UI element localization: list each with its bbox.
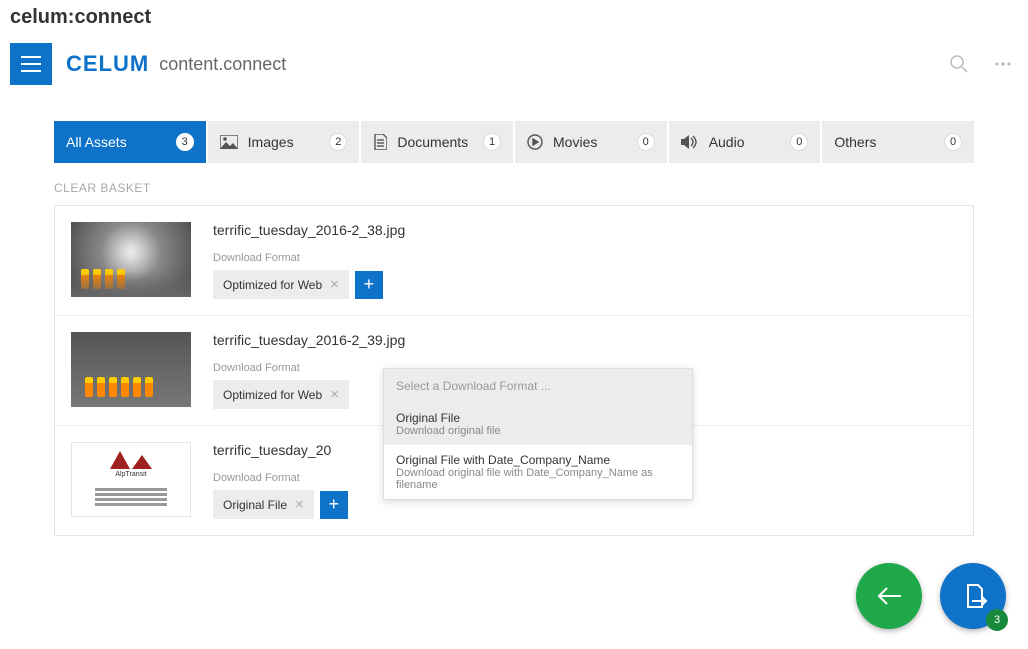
chip-label: Optimized for Web — [223, 388, 322, 402]
format-chip[interactable]: Original File × — [213, 490, 314, 519]
image-icon — [220, 135, 238, 149]
tab-images[interactable]: Images 2 — [208, 121, 360, 163]
tab-movies[interactable]: Movies 0 — [515, 121, 667, 163]
more-button[interactable] — [988, 49, 1018, 79]
add-format-button[interactable]: + — [355, 271, 383, 299]
search-button[interactable] — [944, 49, 974, 79]
dropdown-search-input[interactable]: Select a Download Format ... — [384, 369, 692, 403]
tab-audio[interactable]: Audio 0 — [669, 121, 821, 163]
option-title: Original File with Date_Company_Name — [396, 453, 680, 467]
audio-icon — [681, 135, 699, 149]
asset-title: terrific_tuesday_2016-2_38.jpg — [213, 222, 957, 238]
format-chip[interactable]: Optimized for Web × — [213, 270, 349, 299]
tab-count-badge: 2 — [329, 133, 347, 151]
dropdown-option[interactable]: Original File Download original file — [384, 403, 692, 445]
export-fab[interactable]: 3 — [940, 563, 1006, 629]
option-subtitle: Download original file — [396, 425, 680, 437]
export-icon — [958, 581, 988, 611]
option-title: Original File — [396, 411, 680, 425]
tab-label: Movies — [553, 134, 627, 150]
more-icon — [993, 54, 1013, 74]
asset-thumbnail[interactable] — [71, 222, 191, 297]
fab-count-badge: 3 — [986, 609, 1008, 631]
doc-logo-label: AlpTransit — [115, 471, 146, 478]
asset-thumbnail[interactable] — [71, 332, 191, 407]
format-label: Download Format — [213, 252, 957, 264]
asset-title: terrific_tuesday_2016-2_39.jpg — [213, 332, 957, 348]
movie-icon — [527, 134, 543, 150]
tab-documents[interactable]: Documents 1 — [361, 121, 513, 163]
close-icon[interactable]: × — [330, 277, 339, 292]
tab-count-badge: 0 — [790, 133, 808, 151]
tab-count-badge: 0 — [637, 133, 655, 151]
tab-label: All Assets — [66, 134, 166, 150]
clear-basket-button[interactable]: CLEAR BASKET — [0, 163, 1028, 205]
header: CELUM content.connect — [0, 35, 1028, 93]
fab-row: 3 — [856, 563, 1006, 629]
asset-row: terrific_tuesday_2016-2_39.jpg Download … — [55, 316, 973, 426]
asset-thumbnail[interactable]: AlpTransit — [71, 442, 191, 517]
tab-others[interactable]: Others 0 — [822, 121, 974, 163]
asset-row: terrific_tuesday_2016-2_38.jpg Download … — [55, 206, 973, 316]
format-dropdown: Select a Download Format ... Original Fi… — [383, 368, 693, 500]
document-icon — [373, 134, 387, 150]
tab-count-badge: 1 — [483, 133, 501, 151]
brand-name: CELUM — [66, 51, 149, 77]
tab-label: Others — [834, 134, 934, 150]
tab-label: Audio — [709, 134, 781, 150]
tab-label: Documents — [397, 134, 473, 150]
arrow-left-icon — [875, 586, 903, 606]
tab-all-assets[interactable]: All Assets 3 — [54, 121, 206, 163]
asset-list: terrific_tuesday_2016-2_38.jpg Download … — [54, 205, 974, 536]
tab-label: Images — [248, 134, 320, 150]
add-format-button[interactable]: + — [320, 491, 348, 519]
chip-label: Original File — [223, 498, 287, 512]
close-icon[interactable]: × — [330, 387, 339, 402]
tabs: All Assets 3 Images 2 Documents 1 Movies… — [0, 93, 1028, 163]
tab-count-badge: 3 — [176, 133, 194, 151]
menu-icon — [21, 56, 41, 72]
search-icon — [949, 54, 969, 74]
page-title: celum:connect — [0, 0, 1028, 35]
option-subtitle: Download original file with Date_Company… — [396, 467, 680, 491]
back-fab[interactable] — [856, 563, 922, 629]
menu-button[interactable] — [10, 43, 52, 85]
close-icon[interactable]: × — [295, 497, 304, 512]
logo: CELUM content.connect — [66, 51, 286, 77]
app-name: content.connect — [159, 54, 286, 75]
dropdown-option[interactable]: Original File with Date_Company_Name Dow… — [384, 445, 692, 499]
format-chip[interactable]: Optimized for Web × — [213, 380, 349, 409]
tab-count-badge: 0 — [944, 133, 962, 151]
chip-label: Optimized for Web — [223, 278, 322, 292]
